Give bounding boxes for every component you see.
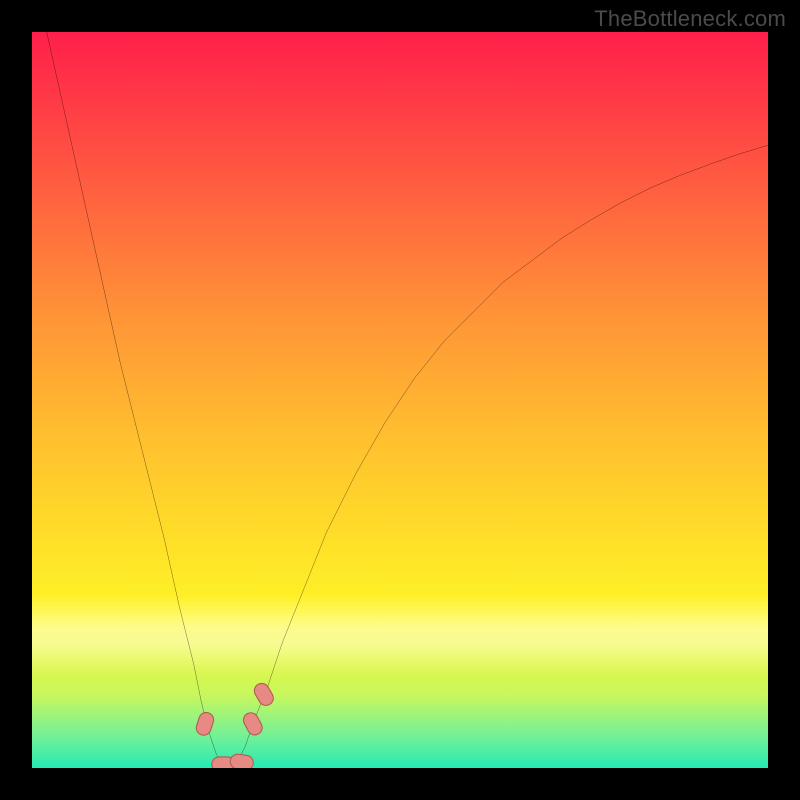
pill-right-up [252, 681, 276, 708]
pill-bottom-2 [229, 753, 254, 768]
pill-left-low [194, 711, 215, 738]
pill-right-low [241, 710, 265, 737]
plot-area [32, 32, 768, 768]
marker-group [194, 681, 276, 768]
bottleneck-curve-path [47, 32, 768, 768]
chart-frame: TheBottleneck.com [0, 0, 800, 800]
curve-svg [32, 32, 768, 768]
watermark-text: TheBottleneck.com [594, 6, 786, 32]
